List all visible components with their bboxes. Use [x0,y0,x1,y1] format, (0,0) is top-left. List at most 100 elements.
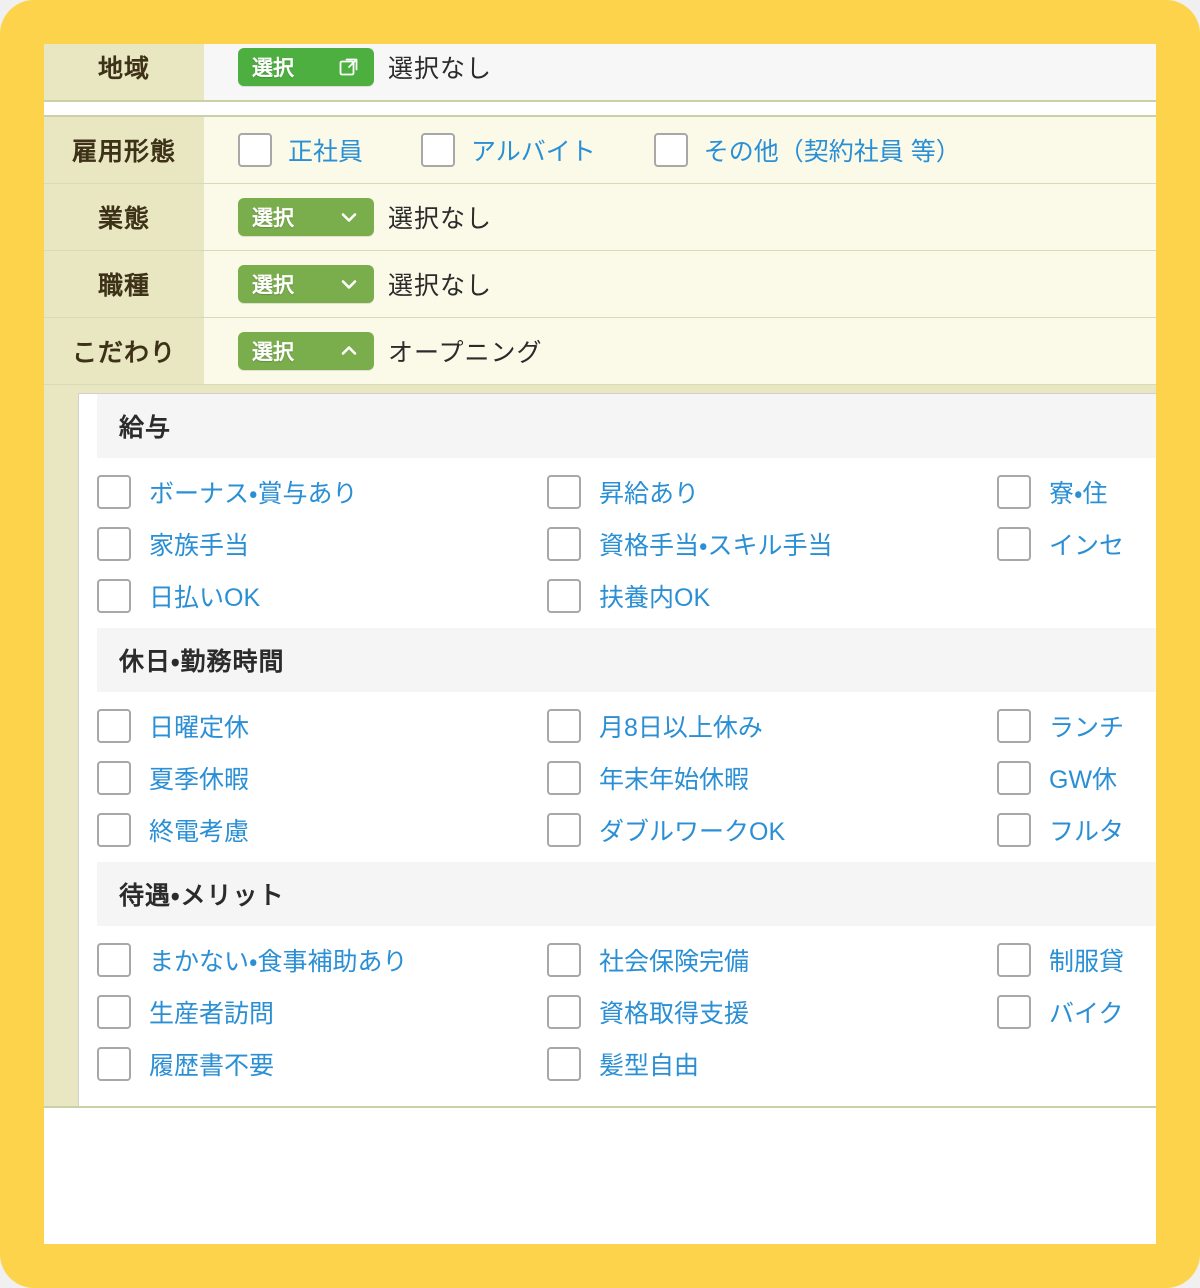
checkbox-label: 日払いOK [149,584,261,612]
checkbox-box[interactable] [97,943,131,977]
checkbox-label: 髪型自由 [599,1052,700,1080]
business-type-select-button-label: 選択 [252,207,294,230]
checkbox-box[interactable] [547,943,581,977]
checkbox-box[interactable] [238,133,272,167]
search-conditions-form: 地域 選択 選択なし 雇用形態 正社員 アルバイト その他（契約社員 等） 業態… [44,44,1156,1121]
kodawari-selected-text: オープニング [388,339,543,367]
kodawari-checkbox-1-0[interactable]: 日曜定休 [97,708,547,744]
condition-label-area: 地域 [44,44,204,100]
job-type-select-button-label: 選択 [252,274,294,297]
checkbox-label: 制服貸 [1049,948,1125,976]
checkbox-box[interactable] [997,475,1031,509]
section-title-salary: 給与 [97,394,1156,458]
checkbox-label: フルタ [1049,818,1125,846]
checkbox-label: 日曜定休 [149,714,250,742]
condition-block-area: 地域 選択 選択なし [44,44,1156,102]
checkbox-employment-0[interactable]: 正社員 [238,132,363,168]
kodawari-checkbox-0-5[interactable]: インセ [997,526,1156,562]
kodawari-checkbox-1-3[interactable]: 夏季休暇 [97,760,547,796]
checkbox-employment-1[interactable]: アルバイト [421,132,596,168]
kodawari-checkbox-1-8[interactable]: フルタ [997,812,1156,848]
checkbox-box[interactable] [421,133,456,167]
checkbox-label: 年末年始休暇 [599,766,750,794]
checkbox-box[interactable] [97,995,131,1029]
checkbox-box[interactable] [547,709,581,743]
condition-label-kodawari: こだわり [44,318,204,384]
checkbox-label: 正社員 [288,138,364,166]
kodawari-checkbox-1-5[interactable]: GW休 [997,760,1156,796]
condition-label-job-type: 職種 [44,251,204,317]
checkbox-box[interactable] [547,579,581,613]
kodawari-checkbox-2-7[interactable]: 髪型自由 [547,1046,997,1082]
kodawari-checkbox-2-0[interactable]: まかない・食事補助あり [97,942,547,978]
checkbox-box[interactable] [547,1047,581,1081]
chevron-down-icon [338,206,360,228]
checkbox-label: 社会保険完備 [599,948,750,976]
kodawari-checkbox-1-6[interactable]: 終電考慮 [97,812,547,848]
checkbox-label: バイク [1049,1000,1124,1028]
kodawari-checkbox-0-0[interactable]: ボーナス・賞与あり [97,474,547,510]
section-grid-holiday-worktime: 日曜定休 月8日以上休み ランチ 夏季休暇 年末年始休暇 GW休 終電考慮 ダブ… [79,692,1156,862]
kodawari-checkbox-0-4[interactable]: 資格手当・スキル手当 [547,526,997,562]
kodawari-checkbox-1-2[interactable]: ランチ [997,708,1156,744]
checkbox-box[interactable] [547,475,581,509]
job-type-selected-text: 選択なし [388,272,493,300]
checkbox-box[interactable] [97,475,131,509]
checkbox-box[interactable] [97,1047,131,1081]
checkbox-label: ボーナス・賞与あり [149,480,358,508]
checkbox-label: 終電考慮 [149,818,250,846]
kodawari-checkbox-2-5[interactable]: バイク [997,994,1156,1030]
checkbox-box[interactable] [97,761,131,795]
job-type-select-button[interactable]: 選択 [238,265,374,303]
kodawari-checkbox-0-7[interactable]: 扶養内OK [547,578,997,614]
checkbox-box[interactable] [997,709,1031,743]
checkbox-box[interactable] [997,813,1031,847]
business-type-selected-text: 選択なし [388,205,493,233]
checkbox-label: 履歴書不要 [149,1052,275,1080]
checkbox-label: 生産者訪問 [149,1000,275,1028]
checkbox-box[interactable] [97,813,131,847]
checkbox-label: GW休 [1049,766,1118,794]
kodawari-checkbox-1-1[interactable]: 月8日以上休み [547,708,997,744]
checkbox-employment-2[interactable]: その他（契約社員 等） [653,132,961,168]
kodawari-panel-wrapper: 給与 ボーナス・賞与あり 昇給あり 寮・住 家族手当 資格手当・スキル手当 イン… [44,385,1156,1106]
checkbox-box[interactable] [97,579,131,613]
checkbox-box[interactable] [547,813,581,847]
checkbox-label: ダブルワークOK [599,818,786,846]
checkbox-box[interactable] [547,995,581,1029]
condition-block-main: 雇用形態 正社員 アルバイト その他（契約社員 等） 業態 選択 選択なし 職種… [44,115,1156,1108]
kodawari-checkbox-1-4[interactable]: 年末年始休暇 [547,760,997,796]
page-frame: 地域 選択 選択なし 雇用形態 正社員 アルバイト その他（契約社員 等） 業態… [0,0,1200,1288]
checkbox-box[interactable] [653,133,688,167]
checkbox-box[interactable] [547,761,581,795]
checkbox-box[interactable] [97,527,131,561]
checkbox-box[interactable] [97,709,131,743]
kodawari-checkbox-0-3[interactable]: 家族手当 [97,526,547,562]
kodawari-checkbox-0-6[interactable]: 日払いOK [97,578,547,614]
checkbox-label: 夏季休暇 [149,766,250,794]
kodawari-checkbox-2-1[interactable]: 社会保険完備 [547,942,997,978]
condition-row-business-type: 業態 選択 選択なし [44,184,1156,251]
checkbox-box[interactable] [997,943,1031,977]
kodawari-checkbox-2-2[interactable]: 制服貸 [997,942,1156,978]
business-type-select-button[interactable]: 選択 [238,198,374,236]
section-grid-benefits: まかない・食事補助あり 社会保険完備 制服貸 生産者訪問 資格取得支援 バイク … [79,926,1156,1096]
kodawari-checkbox-0-1[interactable]: 昇給あり [547,474,997,510]
kodawari-checkbox-2-4[interactable]: 資格取得支援 [547,994,997,1030]
area-select-button[interactable]: 選択 [238,48,374,86]
chevron-down-icon [338,273,360,295]
checkbox-box[interactable] [997,761,1031,795]
checkbox-label: インセ [1049,532,1125,560]
kodawari-select-button[interactable]: 選択 [238,332,374,370]
checkbox-box[interactable] [997,527,1031,561]
checkbox-box[interactable] [547,527,581,561]
checkbox-label: 資格手当・スキル手当 [599,532,833,560]
kodawari-options-panel: 給与 ボーナス・賞与あり 昇給あり 寮・住 家族手当 資格手当・スキル手当 イン… [78,393,1156,1106]
kodawari-checkbox-0-2[interactable]: 寮・住 [997,474,1156,510]
condition-value-area: 選択 選択なし [204,44,1156,100]
kodawari-checkbox-2-3[interactable]: 生産者訪問 [97,994,547,1030]
checkbox-box[interactable] [997,995,1031,1029]
section-grid-salary: ボーナス・賞与あり 昇給あり 寮・住 家族手当 資格手当・スキル手当 インセ 日… [79,458,1156,628]
kodawari-checkbox-1-7[interactable]: ダブルワークOK [547,812,997,848]
kodawari-checkbox-2-6[interactable]: 履歴書不要 [97,1046,547,1082]
